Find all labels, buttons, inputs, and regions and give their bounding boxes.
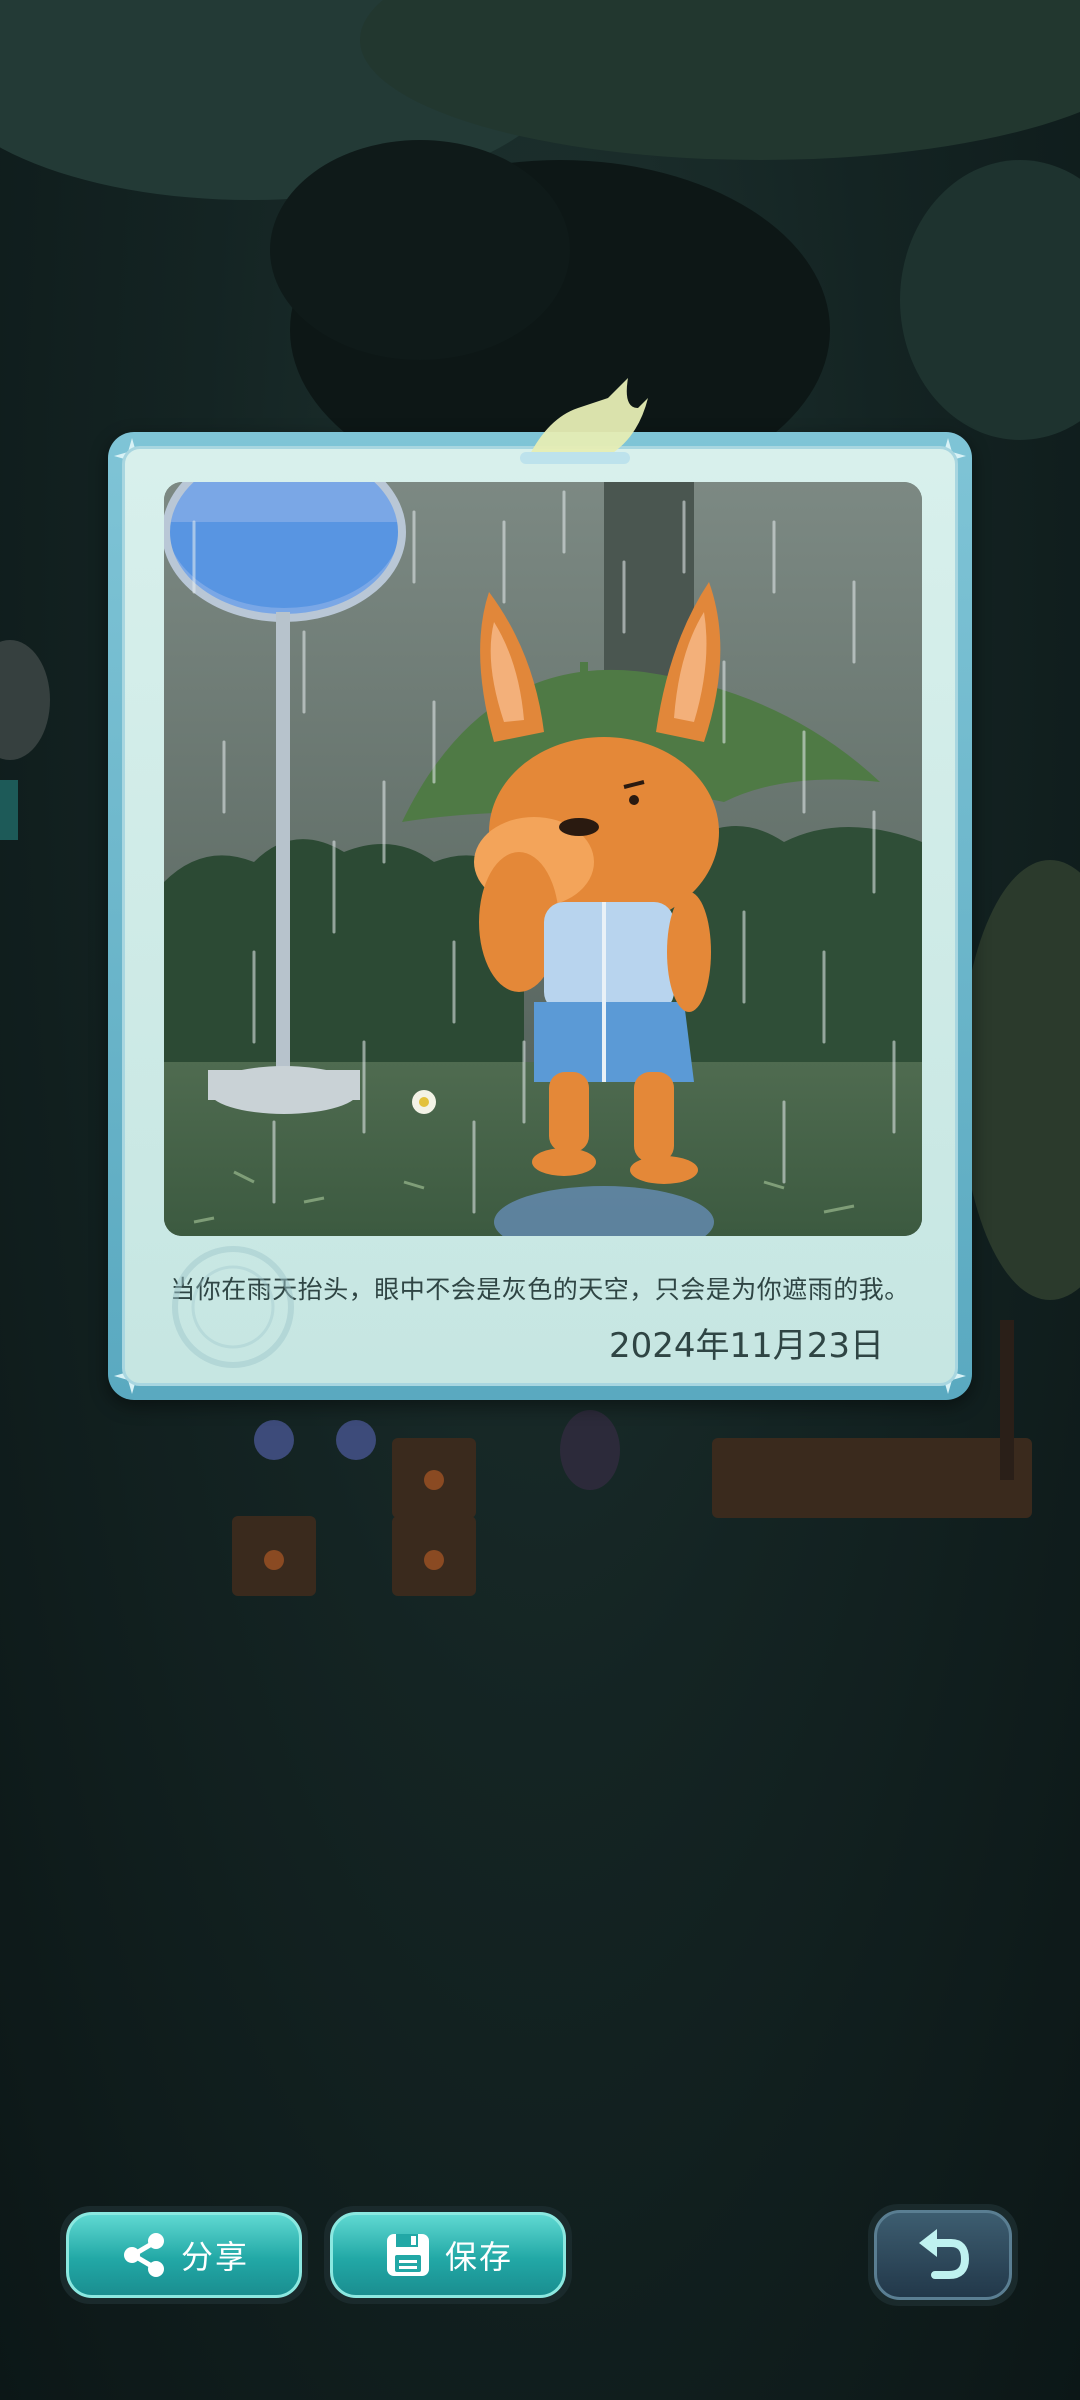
postmark-stamp-icon [172,1246,294,1368]
save-button-label: 保存 [444,2238,513,2276]
share-button[interactable]: 分享 [60,2206,308,2304]
postcard-date: 2024年11月23日 [608,1326,884,1366]
postcard-illustration [164,482,922,1236]
back-button[interactable] [868,2204,1018,2306]
rabbit-in-rain-picture [164,482,922,1236]
floppy-disk-icon [386,2234,429,2276]
tape-clip-icon [520,378,648,464]
game-scene: 当你在雨天抬头，眼中不会是灰色的天空，只会是为你遮雨的我。 2024年11月23… [0,0,1080,2400]
undo-arrow-icon [919,2229,970,2279]
save-button[interactable]: 保存 [324,2206,572,2304]
share-button-label: 分享 [180,2238,249,2276]
share-icon [123,2233,164,2277]
postcard-frame: 当你在雨天抬头，眼中不会是灰色的天空，只会是为你遮雨的我。 2024年11月23… [108,378,972,1400]
